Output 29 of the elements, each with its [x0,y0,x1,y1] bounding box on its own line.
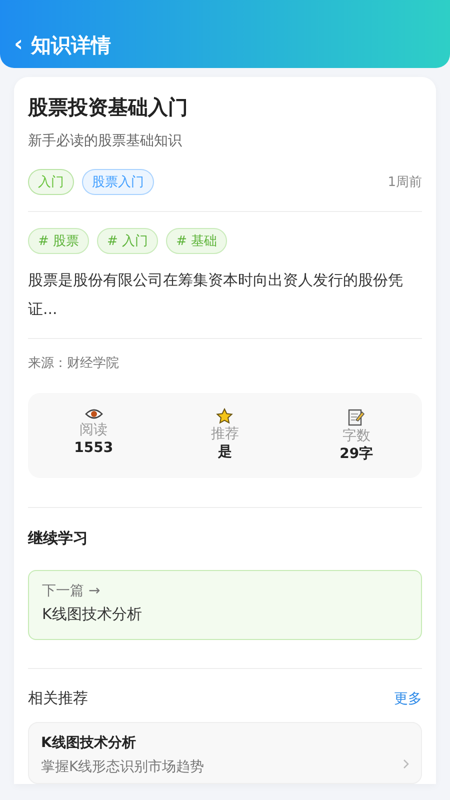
stat-label: 字数 [342,427,370,445]
article-title: 股票投资基础入门 [28,94,189,121]
stat-label: 推荐 [210,425,239,443]
stat-value: 1553 [74,439,114,457]
article-subtitle: 新手必读的股票基础知识 [28,132,183,151]
related-item[interactable]: K线图技术分析 掌握K线形态识别市场趋势 [28,722,422,784]
related-title: K线图技术分析 [41,734,137,753]
stat-label: 阅读 [80,421,108,439]
page-title: 知识详情 [31,32,112,58]
publish-time: 1周前 [388,174,422,191]
star-icon [216,408,234,424]
more-link[interactable]: 更多 [394,690,422,708]
related-description: 掌握K线形态识别市场趋势 [41,758,206,777]
hashtag[interactable]: # 入门 [97,228,158,254]
stat-value: 29字 [340,445,374,463]
tag: 股票入门 [82,169,154,195]
stat-value: 是 [218,443,232,461]
article-summary: 股票是股份有限公司在筹集资本时向出资人发行的股份凭证... [28,270,404,320]
next-article-card[interactable]: 下一篇 → K线图技术分析 [28,570,422,640]
notepad-icon [347,408,366,426]
hashtag[interactable]: # 基础 [166,228,228,254]
section-heading: 相关推荐 [28,689,88,708]
eye-icon [84,408,103,420]
back-button[interactable]: ‹ [12,32,26,58]
section-heading: 继续学习 [28,528,89,548]
article-source: 来源：财经学院 [28,355,120,373]
hashtag[interactable]: # 股票 [28,228,90,254]
chevron-icon [403,759,409,769]
tag: 入门 [28,169,74,195]
